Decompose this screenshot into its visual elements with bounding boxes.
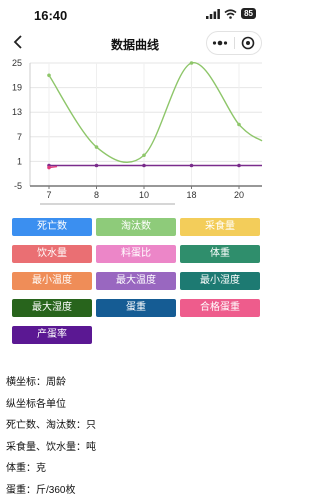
unit-note: 蛋重：斤/360枚 xyxy=(6,480,96,501)
y-tick-label: -5 xyxy=(14,181,22,191)
mini-program-capsule xyxy=(206,31,262,55)
x-tick-label: 10 xyxy=(139,190,149,200)
metric-button[interactable]: 淘汰数 xyxy=(96,218,176,236)
target-icon xyxy=(241,36,255,50)
close-button[interactable] xyxy=(235,32,262,54)
y-tick-label: 7 xyxy=(17,132,22,142)
series-point xyxy=(237,123,241,127)
metric-button[interactable]: 最大温度 xyxy=(96,272,176,290)
metric-button[interactable]: 死亡数 xyxy=(12,218,92,236)
series-point xyxy=(237,164,241,168)
x-tick-label: 20 xyxy=(234,190,244,200)
series-point xyxy=(142,164,146,168)
series-point xyxy=(190,164,194,168)
more-dots-icon xyxy=(212,40,228,46)
metric-button[interactable]: 最小湿度 xyxy=(180,272,260,290)
units-notes: 横坐标：周龄纵坐标各单位死亡数、淘汰数：只采食量、饮水量：吨体重：克蛋重：斤/3… xyxy=(6,372,96,501)
unit-note: 横坐标：周龄 xyxy=(6,372,96,394)
y-tick-label: 13 xyxy=(12,107,22,117)
series-point xyxy=(95,145,99,149)
unit-note: 体重：克 xyxy=(6,458,96,480)
unit-note: 纵坐标各单位 xyxy=(6,394,96,416)
x-tick-label: 7 xyxy=(46,190,51,200)
metric-button[interactable]: 蛋重 xyxy=(96,299,176,317)
metric-button[interactable]: 合格蛋重 xyxy=(180,299,260,317)
wifi-icon xyxy=(224,9,237,19)
series-point xyxy=(142,153,146,157)
status-icons: 85 xyxy=(206,8,256,19)
x-tick-label: 18 xyxy=(186,190,196,200)
unit-note: 采食量、饮水量：吨 xyxy=(6,437,96,459)
signal-icon xyxy=(206,9,220,19)
battery-icon: 85 xyxy=(241,8,256,19)
metric-button[interactable]: 饮水量 xyxy=(12,245,92,263)
unit-note: 死亡数、淘汰数：只 xyxy=(6,415,96,437)
y-tick-label: 25 xyxy=(12,58,22,68)
x-tick-label: 8 xyxy=(94,190,99,200)
metric-button[interactable]: 体重 xyxy=(180,245,260,263)
metric-button[interactable]: 采食量 xyxy=(180,218,260,236)
nav-bar: 数据曲线 xyxy=(0,28,270,58)
series-point xyxy=(47,166,51,170)
y-tick-label: 1 xyxy=(17,156,22,166)
line-chart: 25 19 13 7 1 -5 7 8 10 18 20 xyxy=(0,58,270,208)
series-point xyxy=(190,61,194,65)
metric-button[interactable]: 料蛋比 xyxy=(96,245,176,263)
metric-button[interactable]: 最小温度 xyxy=(12,272,92,290)
more-button[interactable] xyxy=(207,32,234,54)
series-point xyxy=(95,164,99,168)
y-tick-label: 19 xyxy=(12,83,22,93)
metric-button[interactable]: 最大湿度 xyxy=(12,299,92,317)
status-bar: 16:40 85 xyxy=(0,0,270,28)
status-time: 16:40 xyxy=(34,8,67,23)
metric-button[interactable]: 产蛋率 xyxy=(12,326,92,344)
series-point xyxy=(47,74,51,78)
